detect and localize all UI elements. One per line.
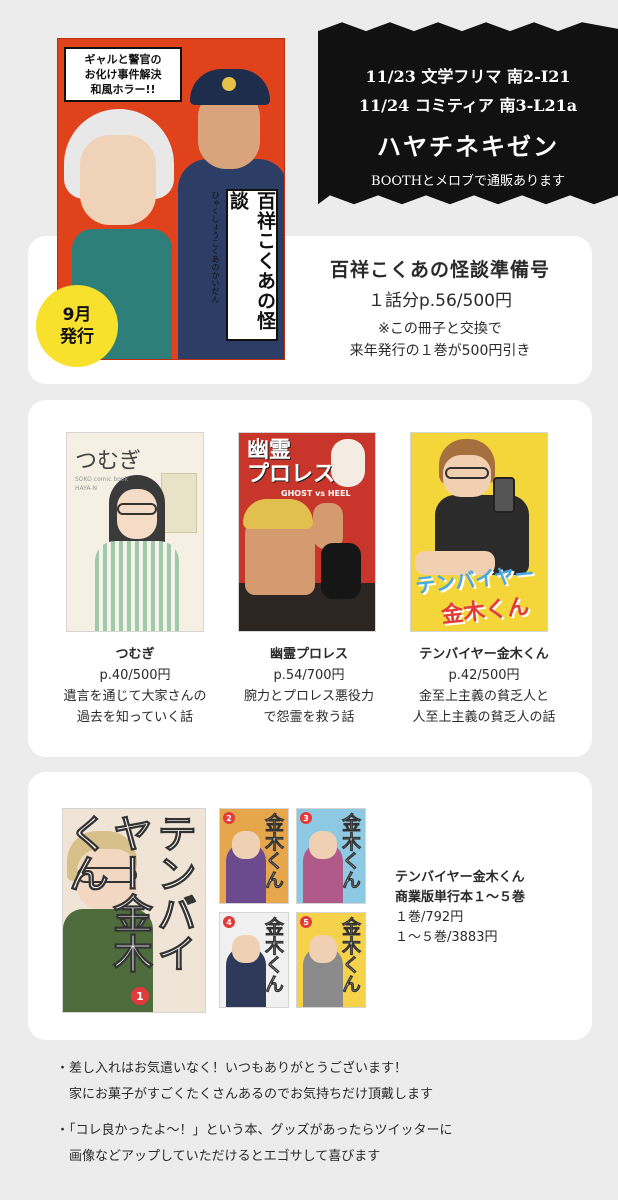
cover-title: 金木くん <box>339 917 362 994</box>
glasses-icon <box>445 467 489 479</box>
event-banner: 11/23 文学フリマ 南2-I21 11/24 コミティア 南3-L21a ハ… <box>318 22 618 205</box>
volume-1-cover: テンバイヤー金木くん 1 <box>62 808 206 1013</box>
book-name: テンバイヤー金木くん <box>419 647 549 662</box>
cover-figure-face <box>309 935 337 963</box>
commercial-price-single: １巻/792円 <box>395 910 464 925</box>
cover-title: つむぎ <box>75 449 142 474</box>
cover-title: テンバイヤー金木くん <box>62 813 197 974</box>
book-price: p.40/500円 <box>99 668 171 683</box>
cover-title: 幽霊 プロレス <box>247 438 336 487</box>
event-1-text: 11/23 文学フリマ 南2-I21 <box>365 67 571 86</box>
cover-figure-wrestler-hair <box>243 499 313 529</box>
notes-section: ・差し入れはお気遣いなく！いつもありがとうございます！ 家にお菓子がすごくたくさ… <box>56 1056 596 1172</box>
release-badge-label: 発行 <box>60 327 94 347</box>
volume-number: 1 <box>131 987 149 1005</box>
cover-small-text: SOKO comic book HAYA-N <box>75 476 129 492</box>
cover-title-2: 金木くん <box>440 594 531 629</box>
note-item: ・「コレ良かったよ～！」という本、グッズがあったらツイッターに 画像などアップし… <box>56 1118 596 1170</box>
book-price: p.42/500円 <box>448 668 520 683</box>
book-desc-2: 人至上主義の貧乏人の話 <box>412 710 556 725</box>
cover-figure-gyaru-face <box>80 135 156 225</box>
note-line: ・「コレ良かったよ～！」という本、グッズがあったらツイッターに <box>56 1123 453 1138</box>
cover-title: 金木くん <box>339 813 362 890</box>
book-price: p.54/700円 <box>273 668 345 683</box>
cover-title: 金木くん <box>262 917 285 994</box>
featured-note-1: ※この冊子と交換で <box>378 321 502 337</box>
cover-title: 金木くん <box>262 813 285 890</box>
cover-window <box>161 473 197 533</box>
cover-figure-ghost <box>331 439 365 487</box>
volume-number: 3 <box>300 812 312 824</box>
commercial-name: テンバイヤー金木くん <box>395 870 525 885</box>
featured-title: 百祥こくあの怪談準備号 <box>329 259 550 281</box>
cover-figure-glove <box>321 543 361 599</box>
volume-number: 4 <box>223 916 235 928</box>
volume-number: 2 <box>223 812 235 824</box>
book-cover-tsumugi: つむぎ SOKO comic book HAYA-N <box>66 432 204 632</box>
commercial-price-set: １～５巻/3883円 <box>395 930 498 945</box>
cover-figure-face <box>309 831 337 859</box>
book-info-yurei: 幽霊プロレス p.54/700円 腕力とプロレス悪役力 で怨霊を救う話 <box>219 644 399 728</box>
note-item: ・差し入れはお気遣いなく！いつもありがとうございます！ 家にお菓子がすごくたくさ… <box>56 1056 596 1108</box>
volume-4-cover: 金木くん 4 <box>219 912 289 1008</box>
book-desc-1: 遺言を通じて大家さんの <box>63 689 207 704</box>
note-line: 家にお菓子がすごくたくさんあるのでお気持ちだけ頂戴します <box>56 1087 434 1102</box>
book-desc-2: 過去を知っていく話 <box>76 710 194 725</box>
release-badge-month: 9月 <box>62 305 92 325</box>
cover-figure-face <box>232 935 260 963</box>
volume-3-cover: 金木くん 3 <box>296 808 366 904</box>
book-info-tsumugi: つむぎ p.40/500円 遺言を通じて大家さんの 過去を知っていく話 <box>45 644 225 728</box>
cover-ruby: ひゃくしょうこくあのかいだん <box>211 191 220 303</box>
featured-price: １話分p.56/500円 <box>367 291 512 311</box>
commercial-info: テンバイヤー金木くん 商業版単行本１～５巻 １巻/792円 １～５巻/3883円 <box>395 868 525 948</box>
book-cover-tenbaiyer: テンバイヤー 金木くん <box>410 432 548 632</box>
book-desc-2: で怨霊を救う話 <box>263 710 355 725</box>
book-name: つむぎ <box>115 647 155 662</box>
cap-badge-icon <box>222 77 236 91</box>
note-line: ・差し入れはお気遣いなく！いつもありがとうございます！ <box>56 1061 408 1076</box>
book-cover-yurei-prowres: 幽霊 プロレス GHOST vs HEEL <box>238 432 376 632</box>
cover-tagline: ギャルと警官の お化け事件解決 和風ホラー!! <box>64 47 182 102</box>
featured-info: 百祥こくあの怪談準備号 １話分p.56/500円 ※この冊子と交換で 来年発行の… <box>290 256 590 362</box>
volume-number: 5 <box>300 916 312 928</box>
featured-note-2: 来年発行の１巻が500円引き <box>349 343 531 359</box>
cover-figure-dress <box>95 541 179 631</box>
circle-name: ハヤチネキゼン <box>377 133 559 161</box>
note-line: 画像などアップしていただけるとエゴサして喜びます <box>56 1149 381 1164</box>
cover-title: 百祥こくあの怪談 <box>226 189 278 341</box>
cover-subtitle: GHOST vs HEEL <box>281 489 351 498</box>
glasses-icon <box>117 503 157 515</box>
book-desc-1: 腕力とプロレス悪役力 <box>243 689 374 704</box>
shop-note: BOOTHとメロブで通販あります <box>370 174 566 189</box>
event-2-text: 11/24 コミティア 南3-L21a <box>358 96 578 115</box>
book-name: 幽霊プロレス <box>269 647 348 662</box>
book-info-tenbaiyer: テンバイヤー金木くん p.42/500円 金至上主義の貧乏人と 人至上主義の貧乏… <box>394 644 574 728</box>
cover-figure-face <box>232 831 260 859</box>
volume-5-cover: 金木くん 5 <box>296 912 366 1008</box>
book-desc-1: 金至上主義の貧乏人と <box>418 689 549 704</box>
release-badge: 9月 発行 <box>36 285 118 367</box>
phone-icon <box>493 477 515 513</box>
volume-2-cover: 金木くん 2 <box>219 808 289 904</box>
commercial-subtitle: 商業版単行本１～５巻 <box>395 890 526 905</box>
